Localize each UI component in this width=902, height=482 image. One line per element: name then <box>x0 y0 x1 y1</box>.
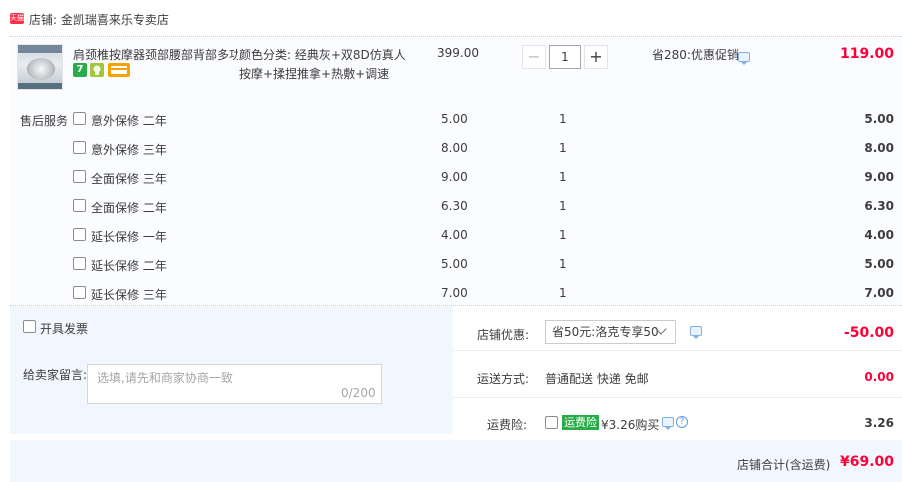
service-subtotal: 4.00 <box>864 228 894 242</box>
quantity-input[interactable] <box>549 45 581 69</box>
seller-message-placeholder: 选填,请先和商家协商一致 <box>97 371 233 385</box>
shop-coupon-label: 店铺优惠: <box>477 328 530 342</box>
shipping-insurance-tag: 运费险 <box>562 415 599 430</box>
item-subtotal: 119.00 <box>839 46 894 62</box>
shop-total-label: 店铺合计(含运费) <box>737 458 831 472</box>
shop-coupon-select[interactable]: 省50元:洛克专享50 <box>545 320 676 344</box>
service-price: 4.00 <box>441 228 468 242</box>
sku-line: 颜色分类: 经典灰+双8D仿真人 <box>239 48 406 62</box>
service-name: 全面保修 二年 <box>91 201 167 215</box>
shipping-insurance-price: ¥3.26购买 <box>601 418 660 432</box>
service-price: 9.00 <box>441 170 468 184</box>
unit-price: 399.00 <box>437 46 479 60</box>
service-subtotal: 6.30 <box>864 199 894 213</box>
service-checkbox[interactable] <box>73 228 86 241</box>
service-subtotal: 5.00 <box>864 257 894 271</box>
help-icon[interactable]: ? <box>676 416 688 428</box>
service-checkbox[interactable] <box>73 199 86 212</box>
service-price: 5.00 <box>441 257 468 271</box>
service-qty: 1 <box>559 257 567 271</box>
service-name: 延长保修 三年 <box>91 288 167 302</box>
service-row: 意外保修 二年 5.00 1 5.00 <box>0 112 902 141</box>
comment-icon[interactable] <box>690 326 702 339</box>
service-qty: 1 <box>559 286 567 300</box>
service-subtotal: 9.00 <box>864 170 894 184</box>
service-name: 意外保修 三年 <box>91 143 167 157</box>
shipping-label: 运送方式: <box>477 372 530 386</box>
service-name: 延长保修 一年 <box>91 230 167 244</box>
shipping-insurance-label: 运费险: <box>487 418 528 432</box>
divider <box>453 397 902 398</box>
quantity-increase-button[interactable]: + <box>584 45 608 69</box>
message-char-count: 0/200 <box>341 386 376 400</box>
service-row: 意外保修 三年 8.00 1 8.00 <box>0 141 902 170</box>
service-row: 延长保修 一年 4.00 1 4.00 <box>0 228 902 257</box>
invoice-checkbox[interactable] <box>23 320 36 333</box>
tmall-shop-icon: 天猫 <box>10 13 24 24</box>
service-price: 7.00 <box>441 286 468 300</box>
service-subtotal: 8.00 <box>864 141 894 155</box>
sku-line: 按摩+揉捏推拿+热敷+调速 <box>239 67 390 81</box>
service-price: 8.00 <box>441 141 468 155</box>
service-checkbox[interactable] <box>73 170 86 183</box>
service-price: 5.00 <box>441 112 468 126</box>
service-name: 全面保修 三年 <box>91 172 167 186</box>
service-qty: 1 <box>559 170 567 184</box>
service-row: 全面保修 二年 6.30 1 6.30 <box>0 199 902 228</box>
service-qty: 1 <box>559 199 567 213</box>
invoice-label[interactable]: 开具发票 <box>40 320 88 337</box>
service-name: 延长保修 二年 <box>91 259 167 273</box>
product-thumbnail[interactable] <box>17 44 63 90</box>
service-checkbox[interactable] <box>73 257 86 270</box>
sku-info: 颜色分类: 经典灰+双8D仿真人 按摩+揉捏推拿+热敷+调速 <box>239 46 414 84</box>
comment-icon[interactable] <box>738 52 750 65</box>
service-checkbox[interactable] <box>73 112 86 125</box>
quantity-decrease-button[interactable]: − <box>522 45 546 69</box>
service-subtotal: 7.00 <box>864 286 894 300</box>
guarantee-icon[interactable] <box>90 63 104 77</box>
service-checkbox[interactable] <box>73 286 86 299</box>
shipping-fee: 0.00 <box>864 370 894 384</box>
service-row: 全面保修 三年 9.00 1 9.00 <box>0 170 902 199</box>
shipping-insurance-fee: 3.26 <box>864 416 894 430</box>
service-checkbox[interactable] <box>73 141 86 154</box>
shipping-insurance-checkbox[interactable] <box>545 416 558 429</box>
credit-card-icon[interactable] <box>108 63 130 77</box>
shipping-method: 普通配送 快递 免邮 <box>545 372 649 386</box>
service-row: 延长保修 二年 5.00 1 5.00 <box>0 257 902 286</box>
shop-name[interactable]: 店铺: 金凯瑞喜来乐专卖店 <box>29 11 169 28</box>
service-name: 意外保修 二年 <box>91 114 167 128</box>
shop-total-amount: ¥69.00 <box>839 454 894 470</box>
service-qty: 1 <box>559 141 567 155</box>
seven-day-return-icon[interactable]: 7 <box>73 63 87 77</box>
promotion-info: 省280:优惠促销 <box>652 48 739 62</box>
service-price: 6.30 <box>441 199 468 213</box>
product-title-link[interactable]: 肩颈椎按摩器颈部腰部背部多功... <box>73 46 238 63</box>
service-subtotal: 5.00 <box>864 112 894 126</box>
comment-icon[interactable] <box>662 417 674 430</box>
coupon-amount: -50.00 <box>843 325 894 341</box>
service-qty: 1 <box>559 112 567 126</box>
seller-message-label: 给卖家留言: <box>23 368 88 382</box>
service-qty: 1 <box>559 228 567 242</box>
divider <box>453 350 902 351</box>
